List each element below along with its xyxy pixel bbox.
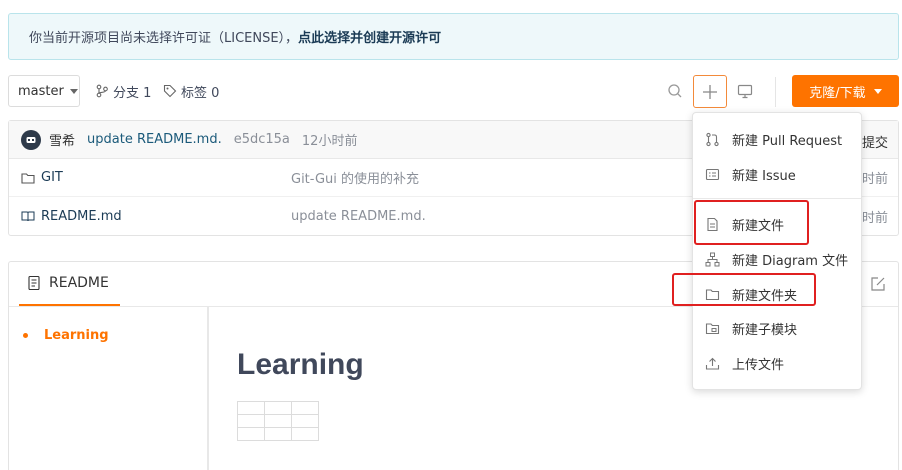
repo-toolbar: master 分支 1 标签 0 克隆/下载 [8, 75, 899, 108]
readme-tab-label: README [49, 275, 109, 291]
menu-item-label: 新建 Pull Request [732, 133, 843, 149]
menu-item-new-issue[interactable]: 新建 Issue [693, 157, 861, 191]
file-time: 时前 [861, 210, 888, 226]
menu-item-label: 新建子模块 [732, 322, 798, 338]
toolbar-divider [775, 77, 776, 107]
menu-item-label: 新建文件夹 [732, 288, 798, 304]
toc-item-label: Learning [44, 328, 109, 343]
submodule-icon [705, 322, 720, 334]
folder-icon [21, 172, 35, 184]
monitor-icon [737, 84, 753, 99]
avatar[interactable] [21, 129, 41, 150]
issue-icon [705, 168, 720, 180]
document-icon [28, 275, 40, 291]
chevron-down-icon [69, 88, 78, 94]
menu-item-new-file[interactable]: 新建文件 [693, 207, 861, 241]
branch-select[interactable]: master [8, 75, 80, 107]
branch-name: master [18, 83, 64, 99]
menu-item-label: 新建 Issue [732, 168, 796, 184]
clone-download-button[interactable]: 克隆/下载 [792, 75, 899, 107]
bullet-icon [23, 333, 28, 338]
add-button[interactable] [693, 75, 727, 108]
menu-divider [693, 198, 861, 199]
menu-item-new-pull-request[interactable]: 新建 Pull Request [693, 122, 861, 156]
menu-item-new-folder[interactable]: 新建文件夹 [693, 277, 861, 311]
menu-item-new-submodule[interactable]: 新建子模块 [693, 311, 861, 345]
avatar-face-icon [26, 136, 36, 143]
clone-label: 克隆/下载 [809, 85, 866, 101]
file-commit-message[interactable]: update README.md. [291, 209, 426, 224]
edit-readme-button[interactable] [870, 276, 886, 296]
diagram-icon [705, 252, 720, 266]
plus-icon [703, 84, 717, 99]
license-notice: 你当前开源项目尚未选择许可证（LICENSE）， 点此选择并创建开源许可 [8, 13, 899, 60]
tags-link[interactable]: 标签 0 [163, 75, 219, 107]
tag-icon [163, 84, 177, 98]
readme-toc: Learning [9, 307, 209, 470]
create-license-link[interactable]: 点此选择并创建开源许可 [298, 27, 441, 46]
add-menu-dropdown: 新建 Pull Request 新建 Issue 新建文件 新建 Diagram… [692, 112, 862, 390]
license-notice-text: 你当前开源项目尚未选择许可证（LICENSE）， [29, 31, 299, 46]
file-icon [707, 217, 718, 231]
menu-item-upload-file[interactable]: 上传文件 [693, 346, 861, 380]
branch-icon [96, 84, 108, 98]
book-icon [21, 211, 35, 222]
menu-item-label: 新建文件 [732, 218, 785, 234]
commit-sha[interactable]: e5dc15a [234, 132, 290, 147]
commits-link[interactable]: 提交 [862, 132, 888, 151]
search-button[interactable] [663, 75, 687, 107]
tab-readme[interactable]: README [19, 262, 120, 306]
branches-label: 分支 1 [113, 85, 152, 101]
toc-item-learning[interactable]: Learning [23, 328, 109, 343]
file-name[interactable]: README.md [41, 209, 122, 224]
upload-icon [705, 357, 720, 370]
menu-item-label: 新建 Diagram 文件 [732, 253, 849, 269]
edit-icon [871, 277, 885, 291]
readme-heading: Learning [237, 348, 364, 381]
commit-message[interactable]: update README.md. [87, 132, 222, 147]
file-name[interactable]: GIT [41, 170, 63, 185]
file-time: 时前 [861, 172, 888, 187]
menu-item-new-diagram[interactable]: 新建 Diagram 文件 [693, 242, 861, 276]
web-ide-button[interactable] [735, 75, 755, 107]
file-commit-message[interactable]: Git-Gui 的使用的补充 [291, 168, 419, 187]
branches-link[interactable]: 分支 1 [95, 75, 151, 107]
commit-time: 12小时前 [301, 134, 358, 149]
chevron-down-icon [873, 88, 882, 94]
menu-item-label: 上传文件 [732, 357, 785, 373]
readme-table [237, 401, 319, 441]
folder-icon [705, 288, 720, 300]
pull-request-icon [706, 132, 719, 146]
tags-label: 标签 0 [181, 85, 220, 101]
commit-author[interactable]: 雪希 [49, 130, 75, 149]
search-icon [668, 84, 682, 98]
